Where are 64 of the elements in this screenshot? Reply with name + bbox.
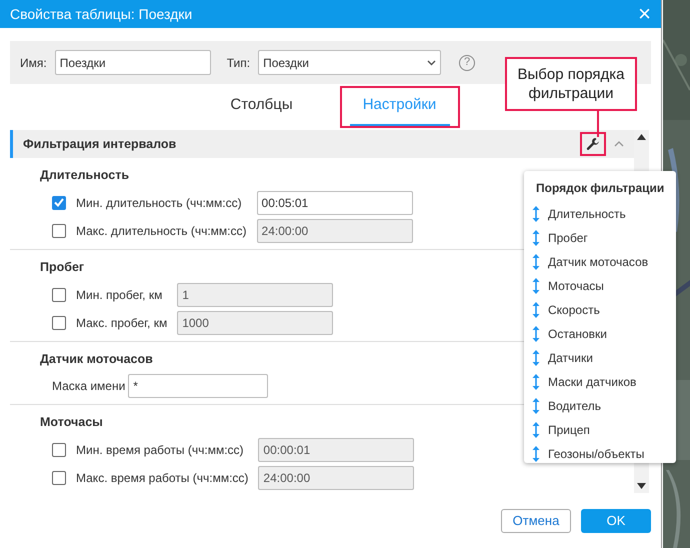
collapse-icon[interactable] [614, 141, 624, 147]
input-field[interactable]: 00:05:01 [256, 190, 413, 215]
type-label: Тип: [226, 54, 250, 72]
order-item[interactable]: Скорость [548, 301, 600, 319]
field-label: Мин. время работы (чч:мм:сс) [76, 442, 245, 459]
input-field[interactable]: * [128, 374, 268, 398]
reorder-icon[interactable] [532, 230, 540, 246]
wrench-icon [586, 137, 600, 151]
order-item[interactable]: Датчик моточасов [548, 253, 648, 271]
leader-line [597, 111, 599, 137]
reorder-icon[interactable] [532, 206, 540, 222]
order-item[interactable]: Маски датчиков [548, 373, 636, 391]
reorder-icon[interactable] [532, 278, 540, 294]
input-field[interactable]: 1 [177, 282, 334, 306]
order-item[interactable]: Прицеп [548, 421, 590, 439]
name-label: Имя: [20, 54, 47, 72]
reorder-icon[interactable] [532, 350, 540, 366]
reorder-icon[interactable] [532, 446, 540, 462]
reorder-icon[interactable] [532, 254, 540, 270]
order-item[interactable]: Датчики [548, 349, 593, 367]
reorder-icon[interactable] [532, 398, 540, 414]
wrench-button[interactable] [580, 132, 606, 156]
group-title: Датчик моточасов [40, 350, 153, 368]
input-field[interactable]: 24:00:00 [256, 218, 413, 243]
checkbox[interactable] [52, 443, 66, 457]
order-item[interactable]: Длительность [548, 205, 626, 223]
scroll-down-icon[interactable] [637, 483, 646, 489]
reorder-icon[interactable] [532, 374, 540, 390]
group-title: Пробег [40, 258, 84, 276]
section-header[interactable]: Фильтрация интервалов [10, 130, 634, 158]
order-item[interactable]: Моточасы [548, 277, 604, 295]
input-field[interactable]: 00:00:01 [258, 438, 414, 462]
reorder-icon[interactable] [532, 326, 540, 342]
section-title: Фильтрация интервалов [23, 136, 176, 153]
field-label: Мин. длительность (чч:мм:сс) [76, 194, 243, 212]
order-item[interactable]: Остановки [548, 325, 607, 343]
reorder-icon[interactable] [532, 422, 540, 438]
field-label: Маска имени [52, 378, 126, 396]
type-dropdown[interactable]: Поездки [258, 50, 442, 75]
checkbox[interactable] [52, 288, 66, 302]
field-label: Макс. время работы (чч:мм:сс) [76, 470, 248, 487]
group-title: Длительность [40, 167, 130, 184]
window-title: Свойства таблицы: Поездки [10, 4, 192, 24]
name-field[interactable]: Поездки [54, 50, 211, 75]
order-item[interactable]: Водитель [548, 397, 602, 415]
group-title: Моточасы [40, 414, 103, 432]
order-item[interactable]: Пробег [548, 229, 588, 247]
scroll-up-icon[interactable] [637, 134, 646, 140]
field-label: Макс. пробег, км [76, 314, 168, 332]
field-label: Макс. длительность (чч:мм:сс) [76, 222, 247, 240]
field-label: Мин. пробег, км [76, 286, 164, 304]
order-item[interactable]: Геозоны/объекты [548, 445, 644, 463]
tab[interactable]: Столбцы [202, 86, 322, 128]
input-field[interactable]: 24:00:00 [258, 466, 414, 490]
checkbox[interactable] [52, 224, 66, 238]
caret-icon [427, 60, 436, 66]
checkbox[interactable] [52, 316, 66, 330]
input-field[interactable]: 1000 [177, 310, 334, 334]
checkbox[interactable] [52, 471, 66, 485]
popover-title: Порядок фильтрации [536, 180, 666, 197]
checkbox[interactable] [52, 196, 66, 210]
cancel-button[interactable]: Отмена [501, 509, 571, 533]
reorder-icon[interactable] [532, 302, 540, 318]
callout-label: Выбор порядка фильтрации [505, 57, 637, 111]
